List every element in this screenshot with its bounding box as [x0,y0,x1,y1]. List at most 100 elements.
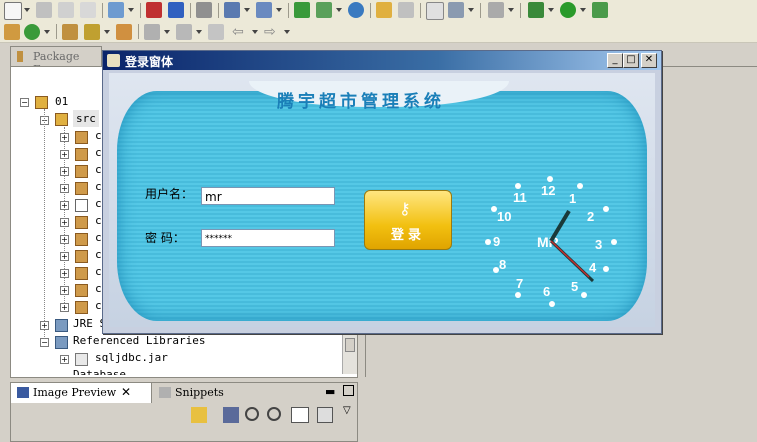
server-icon[interactable] [448,2,464,18]
search-tool-icon[interactable] [256,2,272,18]
collapse-project-icon[interactable]: − [20,98,29,107]
wizard-icon[interactable] [108,2,124,18]
next-annotation-dropdown-icon[interactable] [164,30,170,34]
run-icon[interactable] [560,2,576,18]
snippets-label: Snippets [175,386,224,399]
minimize-view-icon[interactable]: ▬ [325,385,335,398]
deploy-dropdown-icon[interactable] [336,8,342,12]
expand-pkg-icon[interactable]: + [60,235,69,244]
server-dropdown-icon[interactable] [468,8,474,12]
build-icon[interactable] [294,2,310,18]
expand-pkg-icon[interactable]: + [60,201,69,210]
library-icon [55,336,68,349]
password-input[interactable]: ****** [201,229,335,247]
camera-icon[interactable] [488,2,504,18]
terminal-icon[interactable] [196,2,212,18]
expand-pkg-icon[interactable]: + [60,286,69,295]
login-button[interactable]: ⚷ 登录 [364,190,452,250]
prev-annotation-dropdown-icon[interactable] [196,30,202,34]
view-menu-icon[interactable]: ▽ [343,405,351,416]
tree-jar[interactable]: sqljdbc.jar [95,349,168,366]
expand-pkg-icon[interactable]: + [60,167,69,176]
pencil-dropdown-icon[interactable] [104,30,110,34]
package-icon[interactable] [168,2,184,18]
tree-scrollbar[interactable] [342,334,357,374]
debug-dropdown-icon[interactable] [548,8,554,12]
prev-annotation-icon[interactable] [176,24,192,40]
username-input[interactable]: mr [201,187,335,205]
key-icon: ⚷ [399,199,411,218]
save-icon[interactable] [36,2,52,18]
maximize-button[interactable]: □ [623,53,639,68]
external-tools-icon[interactable] [592,2,608,18]
tree-referenced-libraries[interactable]: Referenced Libraries [73,332,205,349]
wand-icon[interactable] [224,2,240,18]
wizard-dropdown-icon[interactable] [128,8,134,12]
login-titlebar[interactable]: 登录窗体 _ □ ✕ [103,51,661,70]
table-icon[interactable] [426,2,444,20]
forward-arrow-icon[interactable]: ⇨ [264,24,276,40]
secondary-toolbar: ⇦ ⇨ [0,22,757,43]
username-label: 用户名： [145,187,194,201]
camera-dropdown-icon[interactable] [508,8,514,12]
close-icon[interactable]: ✕ [121,385,131,399]
minimize-button[interactable]: _ [607,53,623,68]
back-arrow-icon[interactable]: ⇦ [232,24,244,40]
close-button[interactable]: ✕ [641,53,657,68]
refresh-icon[interactable] [398,2,414,18]
new-dropdown-icon[interactable] [24,8,30,12]
expand-pkg-icon[interactable]: + [60,269,69,278]
package-icon [75,165,88,178]
maximize-view-icon[interactable] [343,385,354,396]
window-title: 登录窗体 [125,55,174,69]
deploy-icon[interactable] [316,2,332,18]
package-explorer-tab[interactable]: Package Exp [10,46,102,76]
zoom-out-icon[interactable] [245,407,259,421]
package-icon [75,131,88,144]
new-project-dropdown-icon[interactable] [44,30,50,34]
package-icon [75,284,88,297]
clock-hands-icon [549,209,595,283]
tree-next-item[interactable]: Database [73,365,126,375]
wand-dropdown-icon[interactable] [244,8,250,12]
zoom-in-icon[interactable] [267,407,281,421]
main-toolbar [0,0,757,23]
fullscreen-icon[interactable] [317,407,333,423]
tab-image-preview[interactable]: Image Preview ✕ [11,383,152,403]
collapse-libraries-icon[interactable]: − [40,338,49,347]
debug-icon[interactable] [528,2,544,18]
next-annotation-icon[interactable] [144,24,160,40]
expand-pkg-icon[interactable]: + [60,133,69,142]
open-task-icon[interactable] [116,24,132,40]
expand-jre-icon[interactable]: + [40,321,49,330]
new-icon[interactable] [4,2,22,20]
tree-src[interactable]: src [73,110,99,127]
open-type-icon[interactable] [62,24,78,40]
jar-icon[interactable] [146,2,162,18]
tree-project[interactable]: 01 [55,93,68,110]
expand-pkg-icon[interactable]: + [60,184,69,193]
save-all-icon[interactable] [58,2,74,18]
print-icon[interactable] [80,2,96,18]
pencil-icon[interactable] [84,24,100,40]
fit-icon[interactable] [223,407,239,423]
expand-jar-icon[interactable]: + [60,355,69,364]
forward-dropdown-icon[interactable] [284,30,290,34]
expand-pkg-icon[interactable]: + [60,218,69,227]
system-title: 腾宇超市管理系统 [277,92,445,112]
new-class-icon[interactable] [4,24,20,40]
sync-icon[interactable] [191,407,207,423]
open-folder-icon[interactable] [376,2,392,18]
bottom-pane: Image Preview ✕ Snippets ▬ ▽ [10,382,358,442]
last-edit-icon[interactable] [208,24,224,40]
back-dropdown-icon[interactable] [252,30,258,34]
actual-size-icon[interactable] [291,407,309,423]
expand-pkg-icon[interactable]: + [60,252,69,261]
new-project-icon[interactable] [24,24,40,40]
run-dropdown-icon[interactable] [580,8,586,12]
expand-pkg-icon[interactable]: + [60,303,69,312]
search-dropdown-icon[interactable] [276,8,282,12]
globe-icon[interactable] [348,2,364,18]
tab-snippets[interactable]: Snippets [157,383,237,403]
expand-pkg-icon[interactable]: + [60,150,69,159]
